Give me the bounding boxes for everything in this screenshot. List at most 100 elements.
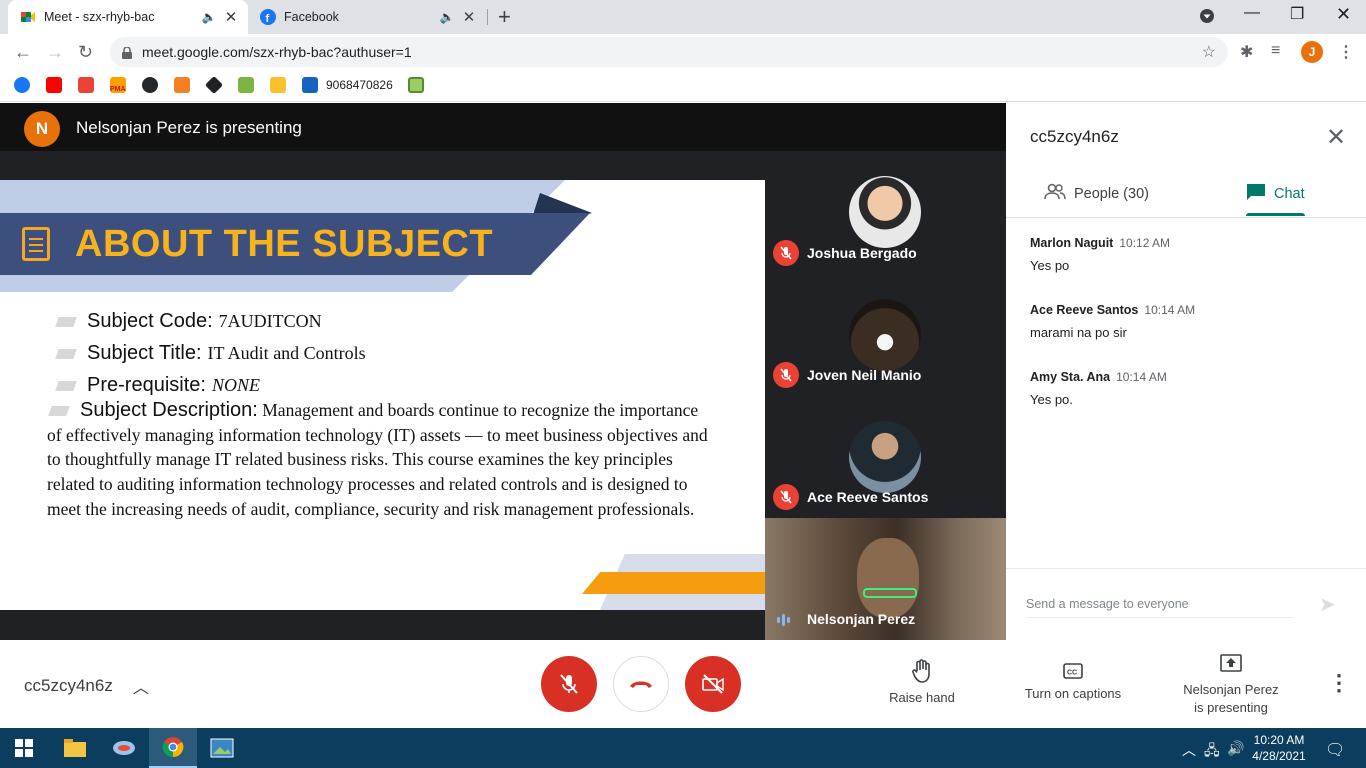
captions-button[interactable]: CC Turn on captions bbox=[1014, 663, 1132, 701]
participant-tile[interactable]: Ace Reeve Santos bbox=[765, 395, 1006, 517]
tab-chat[interactable]: Chat bbox=[1246, 183, 1305, 205]
crown-bookmark-icon[interactable] bbox=[270, 77, 286, 93]
tab-people[interactable]: People (30) bbox=[1044, 183, 1149, 205]
send-icon[interactable]: ➤ bbox=[1319, 592, 1336, 617]
active-tab-indicator bbox=[1246, 213, 1305, 216]
speaker-icon[interactable]: 🔈 bbox=[198, 10, 220, 24]
media-control-icon[interactable]: ≡ bbox=[1271, 42, 1280, 60]
bookmark-phone-label[interactable]: 9068470826 bbox=[326, 78, 393, 92]
image-bookmark-icon[interactable] bbox=[408, 77, 424, 93]
mic-off-icon bbox=[773, 484, 799, 510]
profile-avatar[interactable]: J bbox=[1301, 41, 1323, 63]
mic-off-icon bbox=[773, 240, 799, 266]
system-clock[interactable]: 10:20 AM 4/28/2021 bbox=[1247, 732, 1311, 764]
bullet-icon bbox=[55, 349, 77, 359]
close-panel-icon[interactable]: ✕ bbox=[1326, 123, 1346, 152]
presentation-slide: ABOUT THE SUBJECT Subject Code: 7AUDITCO… bbox=[0, 180, 765, 610]
message-time: 10:14 AM bbox=[1144, 303, 1196, 317]
tab-chat-label: Chat bbox=[1274, 186, 1305, 202]
bullet-label: Subject Code: bbox=[87, 310, 213, 332]
forward-icon[interactable]: → bbox=[46, 42, 64, 63]
network-icon[interactable]: 🖧 bbox=[1204, 740, 1220, 764]
browser-toolbar: ← → ↻ meet.google.com/szx-rhyb-bac?authu… bbox=[0, 34, 1366, 70]
participant-tile[interactable]: Joshua Bergado bbox=[765, 151, 1006, 273]
chevron-up-icon[interactable]: ︿ bbox=[133, 674, 149, 698]
speaking-indicator-icon bbox=[777, 614, 790, 626]
photos-taskbar-icon[interactable] bbox=[198, 728, 246, 768]
close-tab-icon[interactable]: ✕ bbox=[220, 8, 242, 26]
chat-message: Marlon Naguit 10:12 AM Yes po bbox=[1030, 234, 1350, 273]
bullet-value: NONE bbox=[211, 375, 260, 395]
bullet-label: Pre-requisite: bbox=[87, 374, 206, 396]
app-bookmark-icon[interactable] bbox=[78, 77, 94, 93]
message-text: marami na po sir bbox=[1030, 325, 1127, 340]
slide-bullet: Subject Code: 7AUDITCON bbox=[55, 310, 322, 333]
presenting-label-line2: is presenting bbox=[1194, 700, 1268, 715]
codepen-bookmark-icon[interactable] bbox=[204, 75, 224, 95]
glasses-glare bbox=[863, 588, 917, 598]
speaker-icon[interactable]: 🔈 bbox=[436, 10, 458, 24]
new-tab-icon[interactable]: + bbox=[498, 4, 511, 30]
slide-bullet: Pre-requisite: NONE bbox=[55, 374, 260, 397]
presenter-bar: N Nelsonjan Perez is presenting bbox=[0, 103, 1006, 151]
bank-bookmark-icon[interactable] bbox=[302, 77, 318, 93]
message-time: 10:14 AM bbox=[1116, 370, 1167, 384]
facebook-icon: f bbox=[260, 9, 276, 25]
slide-bullet: Subject Title: IT Audit and Controls bbox=[55, 342, 366, 365]
message-sender: Marlon Naguit bbox=[1030, 236, 1114, 250]
raise-hand-button[interactable]: Raise hand bbox=[884, 659, 960, 705]
participant-avatar bbox=[849, 176, 921, 248]
browser-menu-icon[interactable]: ⋮ bbox=[1338, 42, 1354, 62]
pma-bookmark-label: PMA bbox=[110, 86, 126, 93]
youtube-bookmark-icon[interactable] bbox=[46, 77, 62, 93]
mic-toggle-button[interactable] bbox=[541, 656, 597, 712]
hand-icon bbox=[884, 659, 960, 686]
tab-meet[interactable]: Meet - szx-rhyb-bac 🔈 ✕ bbox=[8, 0, 248, 34]
close-window-icon[interactable]: ✕ bbox=[1336, 4, 1351, 25]
windows-start-icon[interactable] bbox=[0, 728, 48, 768]
restore-icon[interactable]: ❐ bbox=[1290, 4, 1304, 24]
file-explorer-icon[interactable] bbox=[51, 728, 99, 768]
github-bookmark-icon[interactable] bbox=[142, 77, 158, 93]
app-taskbar-icon[interactable] bbox=[100, 728, 148, 768]
camera-off-icon bbox=[702, 674, 724, 694]
divider bbox=[1006, 217, 1366, 218]
notifications-icon[interactable]: 🗨 bbox=[1325, 740, 1345, 760]
more-options-icon[interactable]: ⋮ bbox=[1328, 670, 1350, 696]
address-bar[interactable]: meet.google.com/szx-rhyb-bac?authuser=1 … bbox=[110, 37, 1228, 67]
mic-off-icon bbox=[560, 674, 578, 694]
presenter-banner: Nelsonjan Perez is presenting bbox=[76, 118, 302, 137]
raise-hand-label: Raise hand bbox=[889, 690, 955, 705]
participant-tile[interactable]: Joven Neil Manio bbox=[765, 273, 1006, 395]
self-video-face bbox=[857, 538, 919, 618]
facebook-bookmark-icon[interactable] bbox=[14, 77, 30, 93]
self-video-tile[interactable]: Nelsonjan Perez bbox=[765, 518, 1006, 640]
tab-search-icon[interactable] bbox=[1199, 8, 1215, 29]
present-screen-icon bbox=[1176, 654, 1286, 677]
browser-tab-strip: Meet - szx-rhyb-bac 🔈 ✕ f Facebook 🔈 ✕ +… bbox=[0, 0, 1366, 34]
participant-name: Joven Neil Manio bbox=[807, 367, 922, 383]
minimize-icon[interactable]: — bbox=[1244, 4, 1260, 22]
volume-icon[interactable]: 🔊 bbox=[1227, 740, 1244, 757]
close-tab-icon[interactable]: ✕ bbox=[458, 8, 480, 26]
back-icon[interactable]: ← bbox=[14, 42, 32, 63]
camera-toggle-button[interactable] bbox=[685, 656, 741, 712]
presenter-avatar: N bbox=[24, 111, 60, 147]
presenting-button[interactable]: Nelsonjan Perez is presenting bbox=[1176, 654, 1286, 717]
app2-bookmark-icon[interactable] bbox=[238, 77, 254, 93]
bullet-value: 7AUDITCON bbox=[218, 311, 322, 331]
leave-call-button[interactable] bbox=[613, 656, 669, 712]
captions-icon: CC bbox=[1014, 663, 1132, 682]
bookmark-star-icon[interactable]: ☆ bbox=[1202, 42, 1216, 62]
stackoverflow-bookmark-icon[interactable] bbox=[174, 77, 190, 93]
meeting-code[interactable]: cc5zcy4n6z bbox=[24, 676, 113, 696]
extensions-icon[interactable]: ✱ bbox=[1240, 42, 1253, 62]
tab-facebook[interactable]: f Facebook 🔈 ✕ bbox=[250, 0, 486, 34]
reload-icon[interactable]: ↻ bbox=[78, 42, 93, 63]
chat-message-input[interactable]: Send a message to everyone bbox=[1026, 597, 1294, 618]
notepad-icon bbox=[22, 227, 50, 261]
participant-name: Joshua Bergado bbox=[807, 245, 917, 261]
tab-title: Meet - szx-rhyb-bac bbox=[44, 10, 155, 24]
chrome-taskbar-icon[interactable] bbox=[149, 728, 197, 768]
chevron-up-icon[interactable]: ︿ bbox=[1182, 740, 1196, 760]
